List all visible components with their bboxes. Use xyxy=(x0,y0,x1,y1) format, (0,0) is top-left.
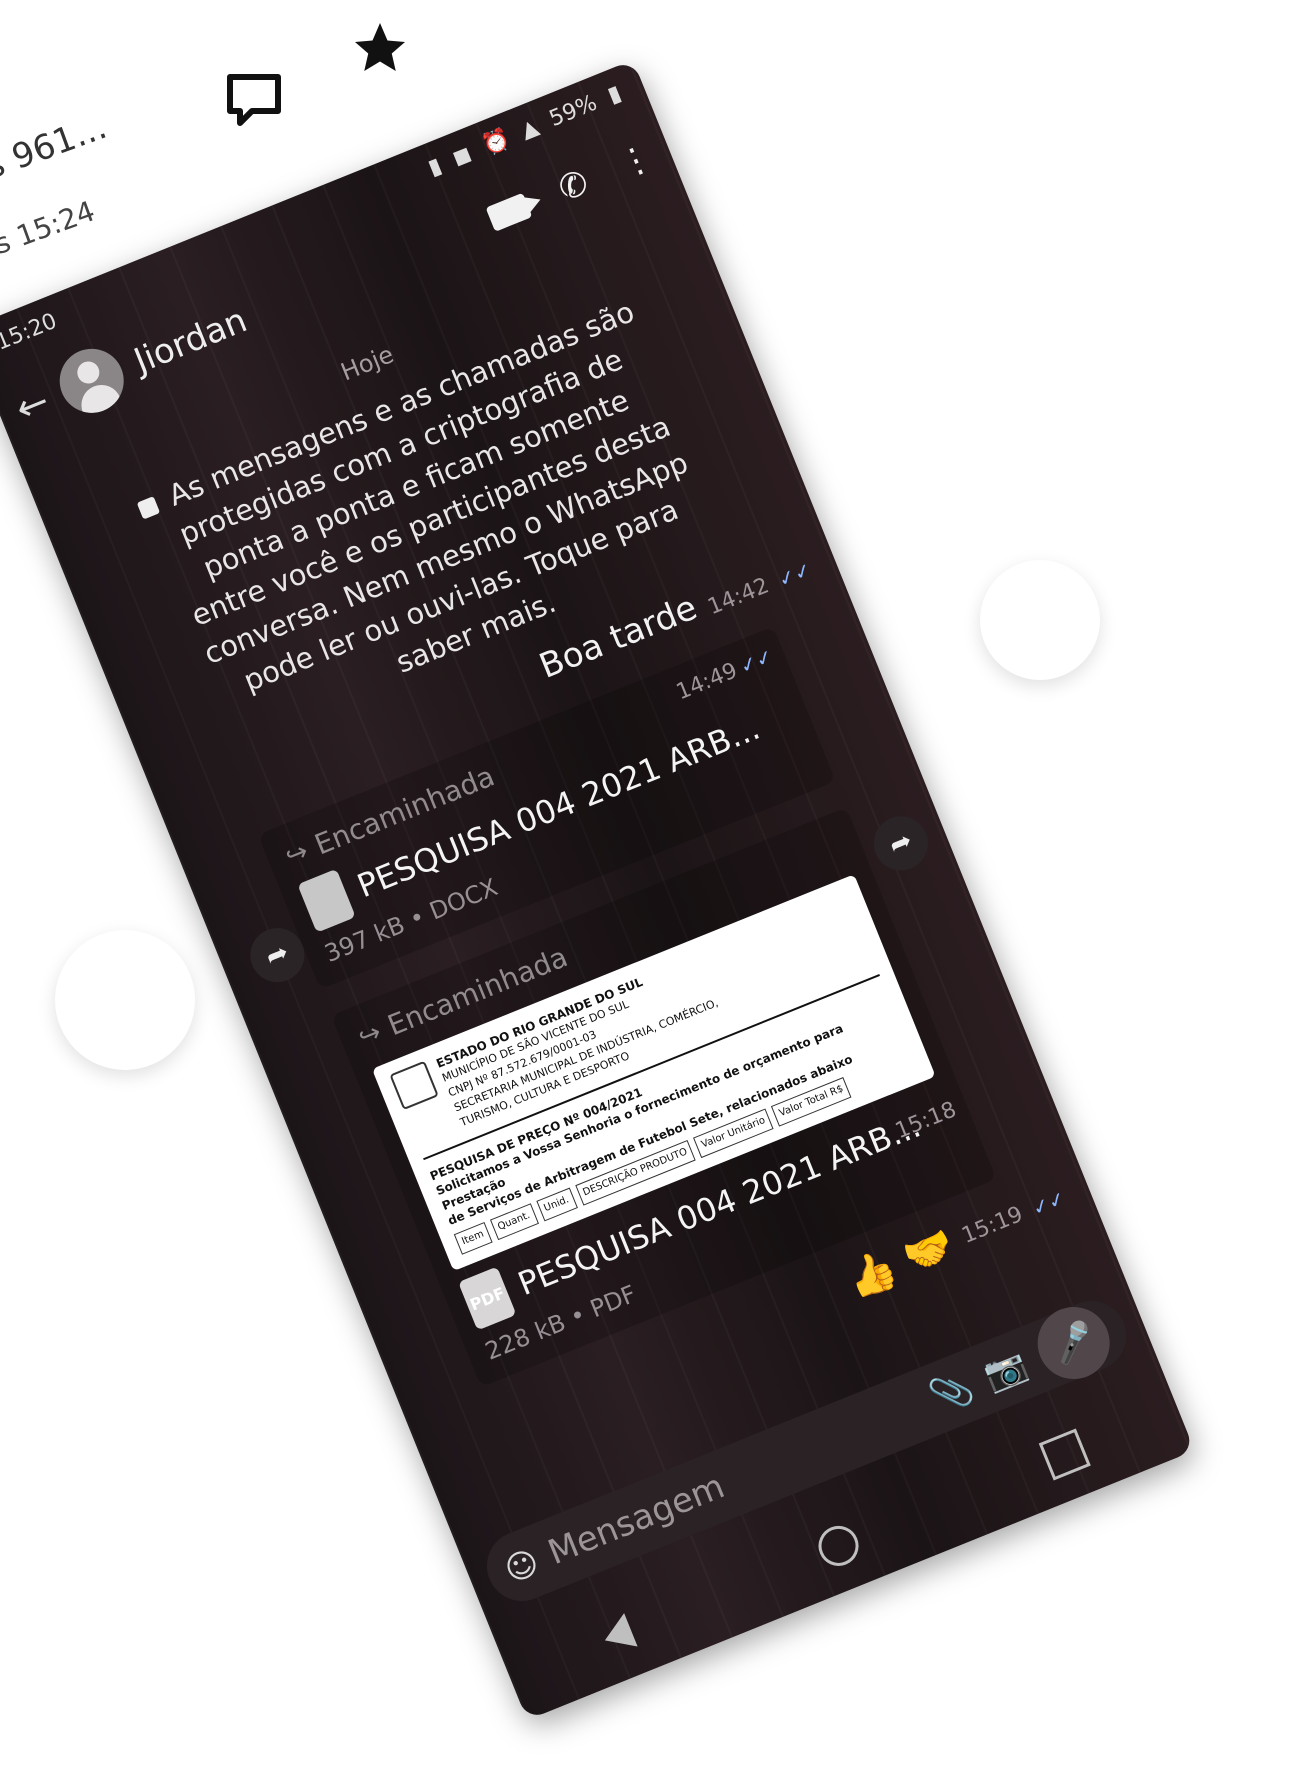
share-button-right[interactable]: ➦ xyxy=(865,808,937,879)
pdf-file-icon: PDF xyxy=(458,1266,517,1331)
municipal-crest-icon xyxy=(389,1060,439,1111)
alarm-icon: ⏰ xyxy=(478,125,514,159)
message-time: 14:42 xyxy=(704,573,773,621)
comment-icon xyxy=(227,74,281,126)
paperclip-icon[interactable]: 📎 xyxy=(925,1366,979,1419)
recents-nav-icon[interactable] xyxy=(1038,1428,1091,1481)
more-options-icon[interactable]: ⋮ xyxy=(613,136,660,186)
read-receipt-icon: ✓✓ xyxy=(1028,1185,1069,1221)
battery-icon: ▮ xyxy=(604,80,625,109)
thumbs-up-icon: 👍 xyxy=(840,1244,904,1306)
signal-icon: ▲ xyxy=(517,113,543,144)
forward-arrow-icon: ↪ xyxy=(281,835,313,872)
avatar[interactable] xyxy=(49,339,134,423)
emoji-icon[interactable]: ☺ xyxy=(499,1542,544,1590)
home-nav-icon[interactable] xyxy=(812,1519,865,1572)
microphone-button[interactable]: 🎤 xyxy=(1026,1296,1121,1390)
background-time: s 15:24 xyxy=(0,194,100,262)
contact-name[interactable]: Jiordan xyxy=(129,300,253,381)
volte-icon: ◼ xyxy=(448,140,476,171)
handshake-icon: 🤝 xyxy=(897,1220,961,1283)
phone-screen: 15:20 ▮ ◼ ⏰ ▲ 59% ▮ ← Jiordan ✆ ⋮ Hoje A… xyxy=(0,59,1195,1721)
vibrate-icon: ▮ xyxy=(424,152,446,181)
background-title: s 961... xyxy=(0,106,112,188)
decorative-circle-left xyxy=(55,930,195,1070)
video-call-icon[interactable] xyxy=(485,192,532,233)
read-receipt-icon: ✓✓ xyxy=(774,557,815,592)
back-icon[interactable]: ← xyxy=(9,378,55,431)
phone-call-icon[interactable]: ✆ xyxy=(553,162,594,210)
star-icon xyxy=(355,23,405,71)
battery-text: 59% xyxy=(545,90,601,132)
chat-body: Hoje As mensagens e as chamadas são prot… xyxy=(21,199,1123,1544)
forward-arrow-icon: ↪ xyxy=(354,1016,386,1053)
reaction-time: 15:19 xyxy=(958,1201,1027,1249)
back-nav-icon[interactable] xyxy=(598,1613,638,1658)
decorative-circle-right xyxy=(980,560,1100,680)
lock-icon xyxy=(136,496,161,520)
document-file-icon xyxy=(297,868,356,933)
camera-icon[interactable]: 📷 xyxy=(979,1344,1033,1397)
preview-col: Item xyxy=(453,1222,493,1255)
preview-col: Unid. xyxy=(535,1187,578,1222)
